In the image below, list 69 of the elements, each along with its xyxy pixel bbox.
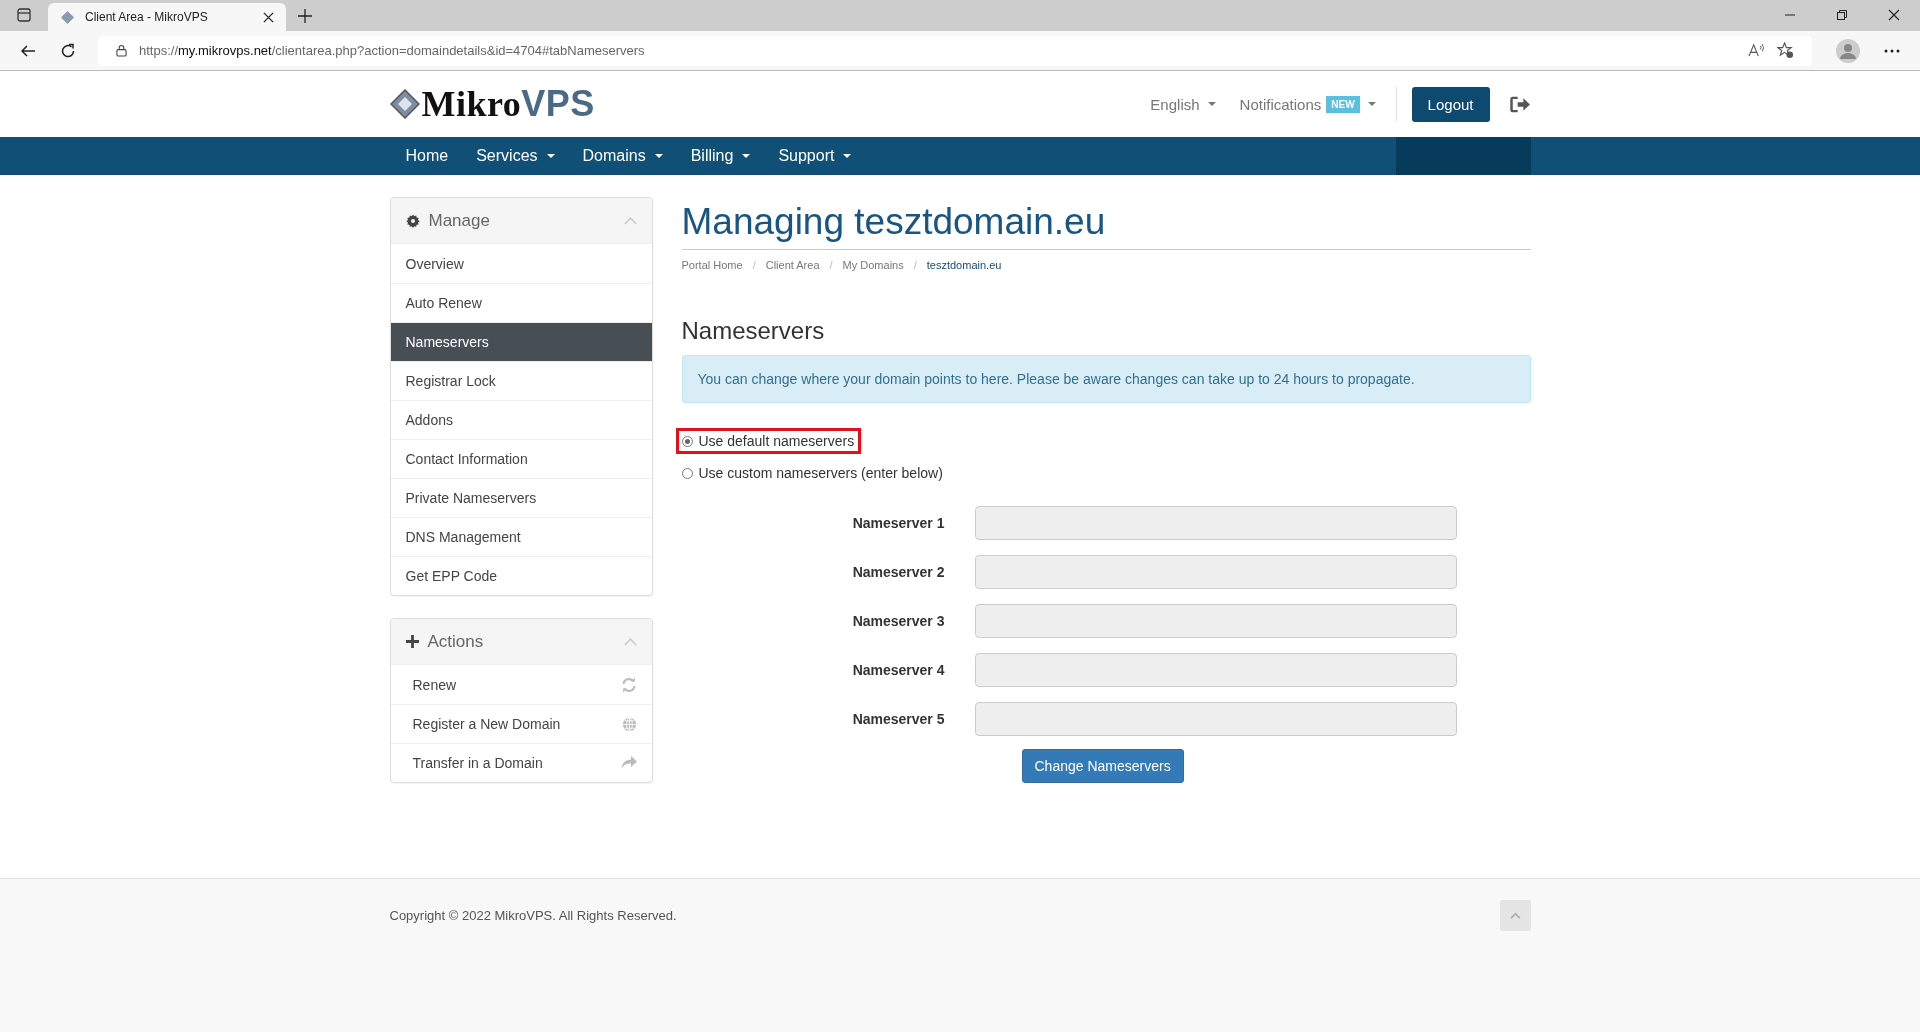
logout-button[interactable]: Logout [1411, 86, 1490, 122]
page-title: Managing tesztdomain.eu [681, 197, 1531, 250]
sidebar-menu-item[interactable]: Nameservers [390, 322, 652, 361]
sidebar-menu-item[interactable]: Addons [390, 400, 652, 439]
sidebar-menu-item[interactable]: DNS Management [390, 517, 652, 556]
nav-menu-item[interactable]: Services [462, 137, 569, 175]
breadcrumb-separator: / [913, 259, 917, 271]
logout-icon[interactable] [1509, 95, 1531, 113]
url-text: https://my.mikrovps.net/clientarea.php?action=domaindetails&id=4704#tabNameservers [139, 43, 645, 58]
field-label: Nameserver 3 [851, 613, 945, 629]
logo-text: MikroVPS [421, 83, 595, 125]
breadcrumb-current-page: tesztdomain.eu [926, 259, 1002, 271]
sidebar-menu-item[interactable]: Renew [390, 665, 652, 704]
panel-title: Actions [427, 631, 484, 652]
sidebar-menu-item[interactable]: Overview [390, 244, 652, 283]
notifications-dropdown[interactable]: Notifications NEW [1239, 95, 1376, 113]
reload-icon[interactable] [60, 42, 76, 59]
logo-diamond-icon [389, 89, 420, 119]
change-nameservers-button[interactable]: Change Nameservers [1021, 749, 1184, 783]
breadcrumb-link[interactable]: Portal Home [681, 259, 743, 271]
nav-menu-item[interactable]: Home [389, 137, 463, 175]
new-badge: NEW [1326, 95, 1360, 113]
chevron-up-icon [1509, 912, 1521, 919]
nav-menu-item[interactable]: Billing [676, 137, 765, 175]
info-alert: You can change where your domain points to here. Please be aware changes can take up to 24 hours to propagate. [681, 355, 1531, 403]
breadcrumb-link[interactable]: Client Area [765, 259, 820, 271]
globe-icon [621, 716, 637, 732]
nav-menu-item[interactable]: Support [764, 137, 866, 175]
lock-icon [116, 44, 127, 57]
sidebar-menu-item[interactable]: Registrar Lock [390, 361, 652, 400]
field-label: Nameserver 1 [851, 515, 945, 531]
browser-tab[interactable]: Client Area - MikroVPS [48, 3, 286, 31]
profile-avatar-icon[interactable] [1836, 38, 1860, 63]
refresh-icon [620, 676, 637, 693]
plus-icon [405, 635, 419, 648]
radio-button[interactable] [681, 467, 693, 479]
more-icon[interactable] [1884, 48, 1900, 53]
field-label: Nameserver 2 [851, 564, 945, 580]
radio-button[interactable] [681, 435, 693, 447]
radio-option[interactable]: Use default nameservers [675, 428, 862, 454]
forward-arrow-icon [620, 756, 637, 770]
restore-icon[interactable] [1836, 9, 1848, 21]
close-icon[interactable] [1888, 9, 1900, 21]
gear-icon [405, 213, 420, 228]
tab-title: Client Area - MikroVPS [85, 10, 209, 24]
close-icon[interactable] [263, 11, 274, 23]
sidebar-menu-item[interactable]: Private Nameservers [390, 478, 652, 517]
language-dropdown[interactable]: English [1150, 95, 1216, 113]
breadcrumb-separator: / [829, 259, 833, 271]
back-icon[interactable] [20, 42, 36, 59]
sidebar-menu-item[interactable]: Register a New Domain [390, 704, 652, 743]
copyright-text: Copyright © 2022 MikroVPS. All Rights Reserved. [389, 908, 677, 923]
nav-menu-item[interactable]: Domains [568, 137, 677, 175]
breadcrumb-separator: / [752, 259, 756, 271]
field-label: Nameserver 4 [851, 662, 945, 678]
favicon-icon [60, 9, 75, 25]
section-title: Nameservers [681, 317, 826, 345]
address-field[interactable]: https://my.mikrovps.net/clientarea.php?action=domaindetails&id=4704#tabNameservers [98, 35, 1812, 66]
sidebar-menu-item[interactable]: Transfer in a Domain [390, 743, 652, 782]
sidebar-menu-item[interactable]: Contact Information [390, 439, 652, 478]
radio-option[interactable]: Use custom nameservers (enter below) [675, 460, 950, 486]
tab-actions-icon[interactable] [16, 7, 32, 23]
sidebar-menu-item[interactable]: Get EPP Code [390, 556, 652, 595]
field-label: Nameserver 5 [851, 711, 945, 727]
breadcrumb-link[interactable]: My Domains [842, 259, 904, 271]
favorite-star-icon[interactable] [1777, 42, 1794, 59]
read-aloud-icon[interactable] [1748, 43, 1765, 58]
panel-title: Manage [428, 210, 490, 231]
new-tab-icon[interactable] [298, 9, 312, 23]
